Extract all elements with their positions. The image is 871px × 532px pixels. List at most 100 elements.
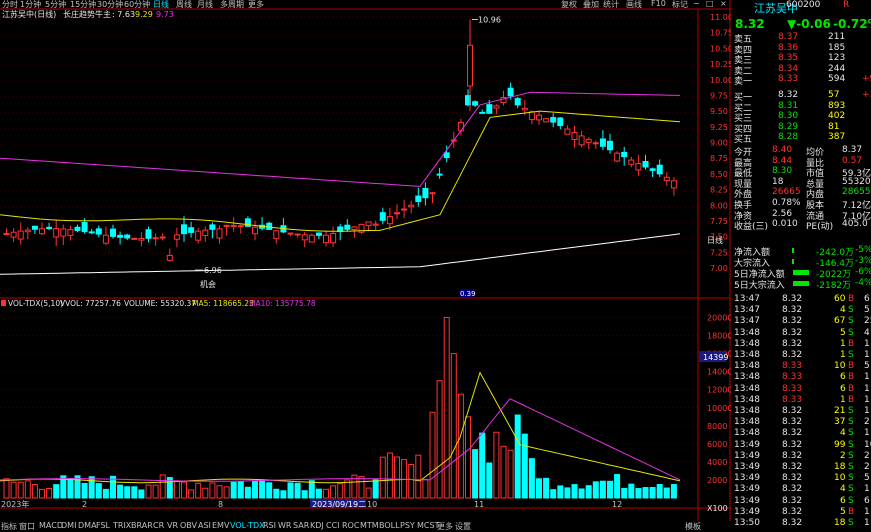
volume-bar [429, 411, 436, 499]
vol-ma10-line [0, 398, 681, 482]
indicator-tab[interactable]: DMI [61, 521, 76, 530]
tick-time: 13:48 [734, 394, 760, 405]
volume-bar [500, 445, 507, 499]
volume-bar [323, 488, 329, 499]
stat-row: 收益(三) 0.010 PE(动) 405.0 [734, 219, 871, 232]
volume-bar [578, 488, 585, 499]
indicator-tab[interactable]: 窗口 [19, 521, 35, 532]
bid-price: 8.30 [778, 111, 799, 122]
tick-time: 13:49 [734, 506, 760, 517]
indicator-tab[interactable]: DMA [78, 521, 97, 530]
volume-bar [607, 480, 613, 499]
candle-body [3, 232, 10, 235]
indicator-tab[interactable]: KDJ [310, 521, 324, 530]
volume-bar [188, 489, 195, 499]
tick-price: 8.32 [782, 473, 803, 484]
volume-bar [67, 478, 74, 499]
indicator-tab[interactable]: 指标 [1, 521, 17, 532]
indicator-tab[interactable]: VR [167, 521, 178, 530]
tick-count: 25 [864, 316, 871, 327]
volume-bar [436, 380, 443, 499]
tick-row: 13:48 8.33 6 B 1 [734, 372, 871, 383]
template-button[interactable]: 模板 [685, 521, 701, 532]
candle-body [599, 138, 606, 147]
indicator-tab[interactable]: WR [278, 521, 291, 530]
indicator-tab[interactable]: TRIX [113, 521, 131, 530]
volume-bar [365, 487, 372, 499]
tick-side: B [848, 506, 855, 517]
bid-row: 买三 8.30 402 [734, 111, 871, 124]
tick-row: 13:50 8.32 18 S 1 [734, 518, 871, 529]
ask-label: 卖一 [734, 77, 753, 88]
indicator-tab[interactable]: 设置 [455, 521, 471, 532]
indicator-tab[interactable]: ASI [198, 521, 211, 530]
volume-bar [543, 477, 550, 499]
volume-bar [394, 456, 400, 499]
quote-panel: 江苏吴中600200R8.32▼-0.06-0.72%卖五8.37211卖四8.… [707, 0, 871, 531]
indicator-tab[interactable]: 更多 [437, 521, 453, 532]
candle-body [102, 234, 109, 244]
candle-body [159, 236, 166, 239]
candle-body [24, 229, 31, 233]
stat-row: 换手 0.78% 股本 7.12亿 [734, 198, 871, 211]
bid-row: 买四 8.29 81 [734, 121, 871, 135]
tick-volume: 5 [840, 506, 846, 517]
indicator-tab[interactable]: VOL-TDX [230, 521, 265, 530]
indicator-tab[interactable]: CCI [326, 521, 340, 530]
ask-volume: 185 [828, 42, 846, 53]
tick-price: 8.32 [782, 450, 803, 461]
volume-bar [599, 480, 606, 499]
indicator-tab[interactable]: MACD [39, 521, 63, 530]
volume-bar [244, 486, 251, 499]
vol-tick-label: 6000 [707, 440, 727, 449]
indicator-tab[interactable]: EMV [212, 521, 229, 530]
indicator-tab[interactable]: FSL [96, 521, 110, 530]
candle-body [31, 225, 38, 230]
indicator-tab[interactable]: PSY [400, 521, 415, 530]
tick-price: 8.32 [782, 462, 803, 472]
candle-body [621, 151, 628, 158]
ask-volume: 211 [828, 32, 846, 42]
volume-bar [550, 489, 557, 499]
kline-chart[interactable]: 江苏吴中(日线) 长庄趋势牛主: 7.63 9.29 9.73 11.00 10.75 10… [0, 0, 731, 521]
candle-body [252, 226, 258, 235]
stat-value: 0.57 [842, 155, 863, 166]
volume-bar [443, 317, 450, 499]
bid-price: 8.29 [778, 121, 799, 132]
indicator-tab[interactable]: ROC [342, 521, 359, 530]
indicator-tab[interactable]: SAR [293, 521, 309, 530]
flow-row: 5日净流入额 -2022万 -6% [734, 267, 871, 280]
candle-body [181, 224, 187, 235]
tick-side: S [848, 350, 854, 360]
candle-body [656, 164, 663, 175]
indicator-tab[interactable]: CR [153, 521, 164, 530]
volume-bar [17, 481, 24, 499]
tick-volume: 5 [840, 327, 846, 338]
bid-row: 买一8.3257+1 [734, 90, 871, 103]
indicator-tab[interactable]: OBV [180, 521, 197, 530]
tick-side: S [848, 439, 854, 450]
indicator-tab[interactable]: BOLL [379, 521, 400, 530]
price-tick-label: 7.75 [710, 217, 728, 226]
tick-volume: 21 [834, 406, 846, 416]
bid-volume: 893 [828, 100, 846, 111]
indicator-tab[interactable]: RSI [263, 521, 276, 530]
tick-row: 13:48 8.33 1 B 1 [734, 395, 871, 406]
volume-bar [507, 449, 514, 499]
indicator-tab[interactable]: MTM [360, 521, 379, 530]
volume-bar [252, 480, 258, 499]
volume-bar [273, 488, 280, 499]
volume-bar [656, 484, 663, 499]
date-label: 2 [82, 500, 87, 509]
candle-body [95, 228, 102, 235]
tick-row: 13:49 8.32 18 S 2 [734, 462, 871, 473]
tick-count: 1 [864, 338, 870, 349]
bid-price: 8.31 [778, 100, 799, 111]
tick-volume: 6 [840, 495, 846, 506]
candle-body [635, 163, 642, 171]
indicator-tab[interactable]: BRAR [131, 521, 153, 530]
volume-bar [479, 432, 486, 499]
tick-side: S [848, 484, 854, 495]
tick-side: S [848, 327, 854, 338]
candle-body [308, 234, 315, 243]
